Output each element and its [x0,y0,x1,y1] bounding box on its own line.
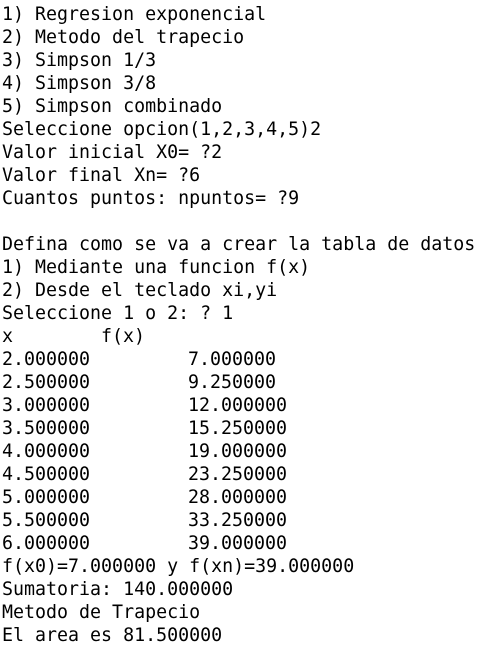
method-name: Metodo de Trapecio [2,602,201,623]
table-row: 6.000000 39.000000 [2,532,482,555]
table-header: x f(x) [2,325,482,348]
table-header-fx: f(x) [101,326,146,347]
table-choice-prompt: Seleccione 1 o 2: ? 1 [2,303,234,324]
table-row: 2.000000 7.000000 [2,348,482,371]
menu-item-trapezoid-method: 2) Metodo del trapecio [2,27,245,48]
table-cell-x: 5.000000 [2,487,91,508]
table-option-keyboard: 2) Desde el teclado xi,yi [2,280,278,301]
terminal-output: 1) Regresion exponencial 2) Metodo del t… [0,0,482,647]
table-cell-fx: 39.000000 [188,533,288,554]
menu-item-simpson-3-8: 4) Simpson 3/8 [2,73,157,94]
table-row: 5.000000 28.000000 [2,486,482,509]
data-table: 2.000000 7.000000 2.500000 9.250000 3.000000… [2,348,482,555]
table-cell-x: 2.000000 [2,349,91,370]
option-prompt: Seleccione opcion(1,2,3,4,5)2 [2,119,322,140]
area-result: El area es 81.500000 [2,625,223,646]
table-cell-fx: 9.250000 [188,372,277,393]
table-cell-x: 4.500000 [2,464,91,485]
table-cell-x: 4.000000 [2,441,91,462]
table-row: 4.000000 19.000000 [2,440,482,463]
sum-result: Sumatoria: 140.000000 [2,579,234,600]
points-prompt: Cuantos puntos: npuntos= ?9 [2,188,300,209]
table-cell-x: 3.500000 [2,418,91,439]
menu-item-simpson-1-3: 3) Simpson 1/3 [2,50,157,71]
table-row: 3.000000 12.000000 [2,394,482,417]
table-option-function: 1) Mediante una funcion f(x) [2,257,311,278]
initial-value-prompt: Valor inicial X0= ?2 [2,142,223,163]
table-cell-x: 2.500000 [2,372,91,393]
table-cell-fx: 12.000000 [188,395,288,416]
table-row: 2.500000 9.250000 [2,371,482,394]
table-cell-x: 6.000000 [2,533,91,554]
table-cell-fx: 7.000000 [188,349,277,370]
endpoints-result: f(x0)=7.000000 y f(xn)=39.000000 [2,556,355,577]
table-cell-x: 5.500000 [2,510,91,531]
menu-item-simpson-combined: 5) Simpson combinado [2,96,223,117]
table-cell-fx: 19.000000 [188,441,288,462]
table-cell-x: 3.000000 [2,395,91,416]
final-value-prompt: Valor final Xn= ?6 [2,165,201,186]
table-row: 5.500000 33.250000 [2,509,482,532]
table-row: 3.500000 15.250000 [2,417,482,440]
menu-item-exponential-regression: 1) Regresion exponencial [2,4,267,25]
table-cell-fx: 28.000000 [188,487,288,508]
table-cell-fx: 15.250000 [188,418,288,439]
table-row: 4.500000 23.250000 [2,463,482,486]
table-header-x: x [2,326,14,347]
table-cell-fx: 23.250000 [188,464,288,485]
table-cell-fx: 33.250000 [188,510,288,531]
table-definition-title: Defina como se va a crear la tabla de da… [2,234,476,255]
